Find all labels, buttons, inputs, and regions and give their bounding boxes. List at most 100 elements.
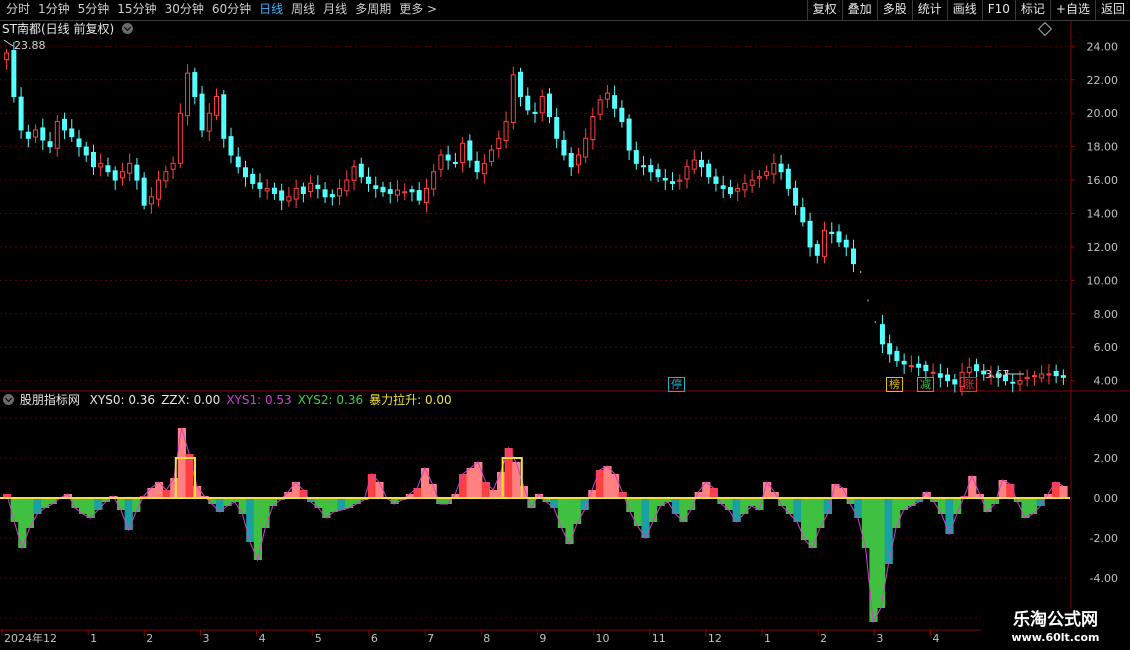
indicator-bar (557, 498, 566, 528)
candle-body (670, 181, 676, 184)
indicator-bar (291, 482, 300, 498)
marker-badge-2[interactable]: 减 (917, 377, 934, 392)
candle-body (337, 187, 343, 197)
candle-body (546, 93, 552, 118)
candle-body (691, 159, 697, 170)
candle-body (923, 364, 929, 372)
kline-chart[interactable]: 24.0022.0020.0018.0016.0014.0012.0010.00… (0, 0, 1130, 650)
time-tick-label: 9 (539, 632, 546, 645)
indicator-bar (253, 498, 262, 560)
indicator-bar (679, 498, 688, 522)
marker-badge-0[interactable]: 停 (668, 377, 685, 392)
candle-body (952, 379, 958, 385)
candle-body (351, 166, 357, 181)
candle-body (214, 96, 220, 116)
indicator-bar (512, 462, 521, 498)
candle-body (329, 194, 335, 198)
indicator-bar (474, 462, 483, 498)
candle-body (561, 139, 567, 156)
candle-body (793, 187, 799, 206)
ind-y-tick-label: 2.00 (1094, 452, 1119, 465)
candle-body (901, 360, 907, 365)
indicator-bar (261, 498, 270, 528)
candle-body (749, 179, 755, 186)
candle-body (177, 112, 183, 164)
candle-body (648, 164, 654, 173)
candle-body (887, 343, 893, 355)
candle-body (474, 160, 480, 173)
indicator-bar (269, 498, 278, 506)
indicator-bar (747, 498, 756, 506)
marker-badge-1[interactable]: 榜 (886, 377, 903, 392)
candle-body (807, 220, 813, 248)
indicator-line (6, 427, 1064, 624)
time-tick-label: 4 (932, 632, 939, 645)
indicator-bar (816, 498, 825, 528)
candle-body (677, 179, 683, 182)
candle-body (242, 167, 248, 178)
candle-body (489, 149, 495, 163)
candle-body (402, 191, 408, 194)
marker-badge-3[interactable]: 涨 (960, 377, 977, 392)
candle-body (228, 136, 234, 156)
candle-body (54, 121, 60, 149)
candle-body (604, 92, 610, 100)
candle-body (908, 365, 914, 368)
time-tick-label: 3 (876, 632, 883, 645)
candle-body (69, 128, 75, 138)
price-dot (867, 299, 869, 302)
indicator-bar (565, 498, 574, 544)
y-tick-label: 16.00 (1087, 174, 1119, 187)
candle-body (76, 138, 82, 148)
candle-body (279, 190, 285, 201)
candle-body (1017, 380, 1023, 385)
candle-body (510, 74, 516, 124)
y-tick-label: 8.00 (1094, 308, 1119, 321)
indicator-bar (595, 470, 604, 498)
indicator-bar (421, 468, 430, 498)
candle-body (1039, 373, 1045, 379)
indicator-bar (793, 498, 802, 522)
indicator-bar (466, 468, 475, 498)
candle-body (98, 162, 104, 168)
candle-body (264, 187, 270, 192)
candle-body (315, 184, 321, 189)
candle-body (778, 163, 784, 173)
candle-body (1046, 373, 1052, 376)
candle-body (945, 374, 951, 382)
indicator-value-3: XYS2: 0.36 (297, 393, 364, 407)
candle-body (373, 185, 379, 189)
time-tick-label: 2024年12 (4, 631, 57, 645)
candle-body (148, 196, 154, 205)
candle-body (300, 186, 306, 194)
indicator-bar (603, 466, 612, 498)
candle-body (4, 52, 10, 61)
time-tick-label: 4 (259, 632, 266, 645)
candle-body (366, 176, 372, 184)
candle-body (394, 189, 400, 196)
ind-y-tick-label: 0.00 (1094, 492, 1119, 505)
ind-y-tick-label: -4.00 (1090, 572, 1118, 585)
candle-body (308, 182, 314, 193)
candle-body (756, 176, 762, 179)
candle-body (655, 169, 661, 178)
candle-body (481, 162, 487, 175)
indicator-bar (861, 498, 870, 548)
candle-body (720, 185, 726, 189)
indicator-bar (162, 490, 171, 498)
time-tick-label: 2 (146, 632, 153, 645)
watermark-line2: www.60lt.com (1011, 631, 1100, 644)
candle-body (800, 207, 806, 223)
candle-body (127, 162, 133, 174)
candle-body (554, 117, 560, 139)
candle-body (460, 142, 466, 164)
indicator-value-4: 暴力拉升: 0.00 (369, 393, 452, 407)
high-pointer (3, 39, 14, 47)
candle-body (438, 154, 444, 170)
candle-body (271, 187, 277, 194)
y-tick-label: 22.00 (1087, 74, 1119, 87)
candle-body (735, 187, 741, 192)
candle-body (727, 187, 733, 194)
chevron-down-icon[interactable] (3, 394, 14, 405)
candle-body (930, 371, 936, 374)
